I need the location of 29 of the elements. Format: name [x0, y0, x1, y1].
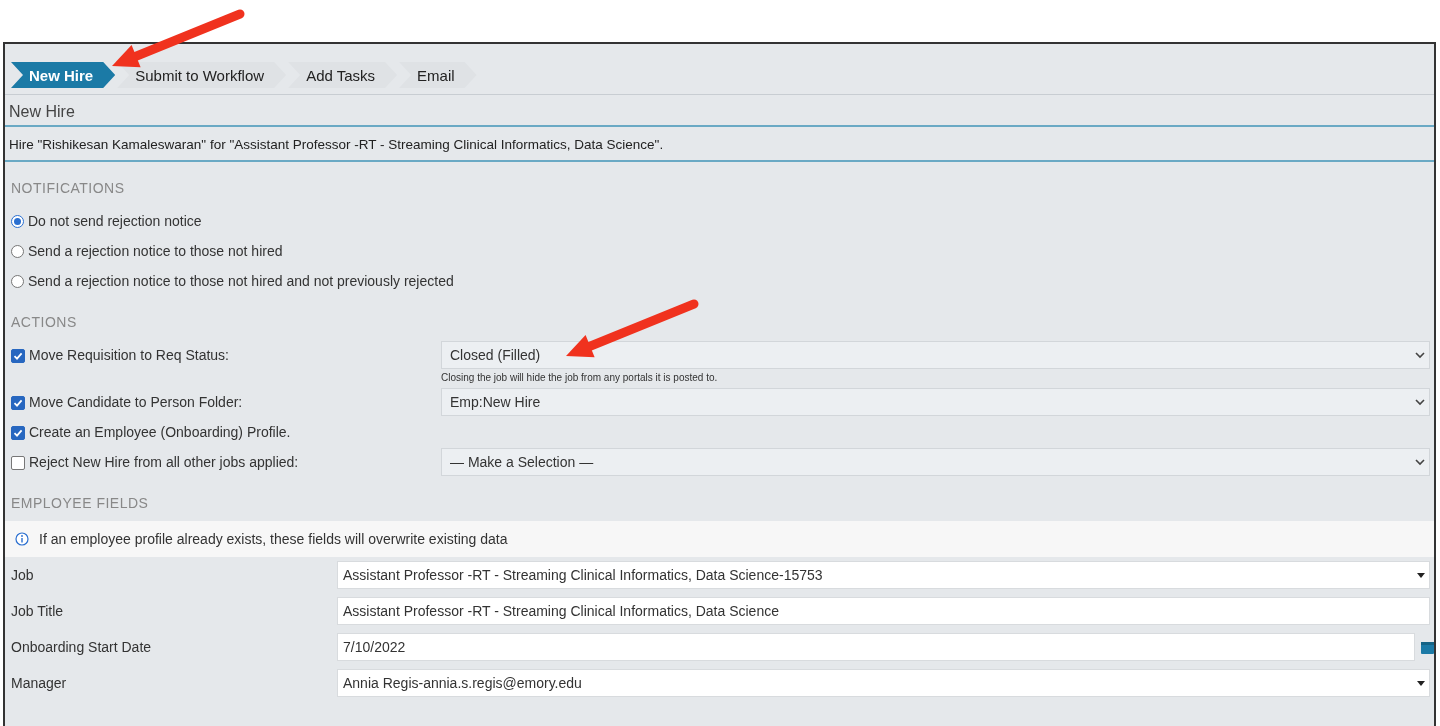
dropdown[interactable]: Annia Regis-annia.s.regis@emory.edu — [337, 669, 1430, 697]
radio-label: Send a rejection notice to those not hired — [28, 243, 283, 259]
field-label: Manager — [11, 675, 68, 691]
input-field[interactable]: Assistant Professor -RT - Streaming Clinical Informatics, Data Science — [337, 597, 1430, 625]
field-label: Job Title — [11, 603, 65, 619]
hire-description: Hire "Rishikesan Kamaleswaran" for "Assistant Professor -RT - Streaming Clinical Informatics, Data Science". — [5, 127, 1434, 162]
field-label: Job — [11, 567, 35, 583]
tab[interactable]: Add Tasks — [288, 62, 398, 88]
dropdown[interactable]: Emp:New Hire — [441, 388, 1430, 416]
checkbox-label: Move Candidate to Person Folder: — [29, 393, 243, 410]
radio-label: Send a rejection notice to those not hired and not previously rejected — [28, 273, 454, 289]
checkbox-label: Create an Employee (Onboarding) Profile. — [29, 423, 291, 440]
page-heading: New Hire — [5, 95, 1434, 127]
help-text: Closing the job will hide the job from any portals it is posted to. — [440, 371, 719, 385]
field-label: Onboarding Start Date — [11, 639, 153, 655]
checkbox-label: Move Requisition to Req Status: — [29, 346, 229, 363]
date-field[interactable]: 7/10/2022 — [337, 633, 1415, 661]
dropdown[interactable]: Closed (Filled) — [441, 341, 1430, 369]
tab[interactable]: Email — [399, 62, 477, 88]
radio-label: Do not send rejection notice — [28, 213, 202, 229]
checkbox-label: Reject New Hire from all other jobs applied: — [29, 453, 299, 470]
section-title: NOTIFICATIONS — [11, 180, 125, 196]
section-title: EMPLOYEE FIELDS — [11, 495, 149, 511]
tab[interactable]: Submit to Workflow — [117, 62, 287, 88]
info-message: If an employee profile already exists, these fields will overwrite existing data — [39, 531, 508, 547]
section-title: ACTIONS — [11, 314, 77, 330]
dropdown[interactable]: Assistant Professor -RT - Streaming Clinical Informatics, Data Science-15753 — [337, 561, 1430, 589]
dropdown[interactable]: — Make a Selection — — [441, 448, 1430, 476]
tab[interactable]: New Hire — [11, 62, 116, 88]
